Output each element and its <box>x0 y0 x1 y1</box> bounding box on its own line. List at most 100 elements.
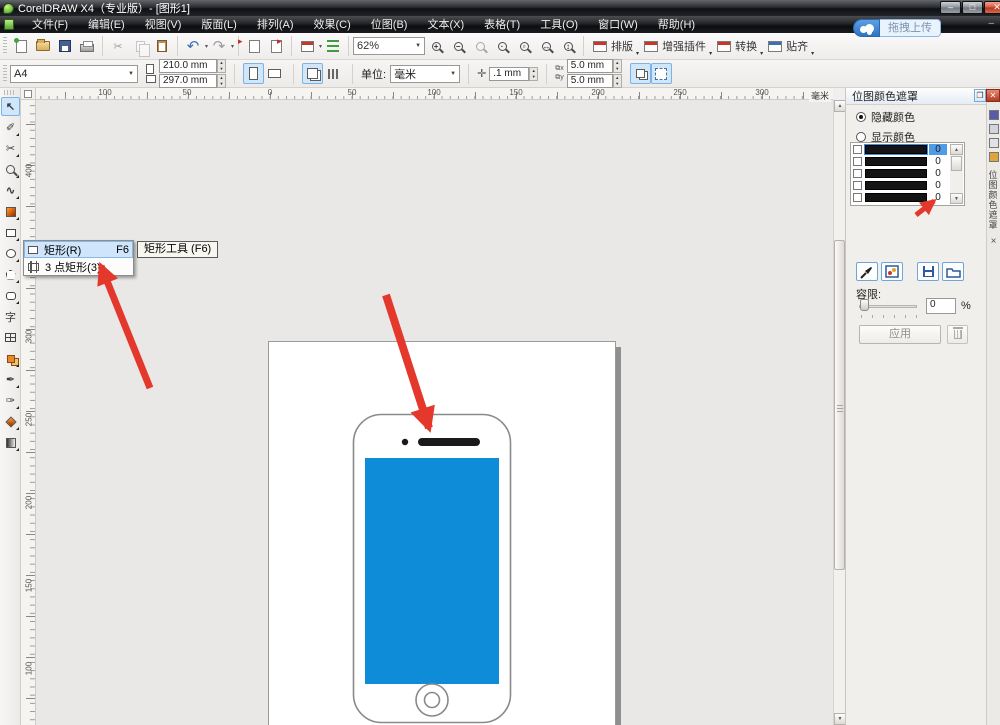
mask-color-row[interactable]: 0 <box>851 180 964 192</box>
paper-height-spinner[interactable]: ▲▼ <box>217 74 226 88</box>
row-checkbox[interactable] <box>853 145 862 154</box>
cut-button[interactable]: ✂ <box>107 35 129 57</box>
smart-fill-tool[interactable] <box>1 202 20 221</box>
treat-as-filled-button[interactable] <box>630 63 651 84</box>
menu-arrange[interactable]: 排列(A) <box>247 16 304 33</box>
ellipse-tool[interactable] <box>1 244 20 263</box>
list-scroll-thumb[interactable] <box>951 156 962 171</box>
menu-tools[interactable]: 工具(O) <box>530 16 588 33</box>
mask-color-row[interactable]: 0 <box>851 143 964 155</box>
docker-close-button[interactable]: ✕ <box>986 89 1000 102</box>
drag-upload-button[interactable]: 拖拽上传 <box>853 19 941 37</box>
nudge-spinner[interactable]: ▲▼ <box>529 67 538 81</box>
menu-view[interactable]: 视图(V) <box>135 16 192 33</box>
import-button[interactable]: ▸ <box>243 35 265 57</box>
paper-width-spinner[interactable]: ▲▼ <box>217 59 226 73</box>
edit-color-button[interactable] <box>881 262 903 281</box>
eyedropper-tool[interactable]: ✒ <box>1 370 20 389</box>
horizontal-ruler[interactable]: 100 50 0 50 100 150 200 250 300 毫米 <box>36 88 833 100</box>
menu-bitmaps[interactable]: 位图(B) <box>361 16 418 33</box>
nudge-input[interactable]: .1 mm <box>489 67 529 81</box>
menu-layout[interactable]: 版面(L) <box>191 16 246 33</box>
redo-dropdown[interactable]: ▾ <box>231 43 234 50</box>
menu-help[interactable]: 帮助(H) <box>648 16 705 33</box>
zoom-selected-button[interactable] <box>469 35 491 57</box>
docker-title-bar[interactable]: 位图颜色遮罩 » <box>846 88 986 105</box>
zoom-page-width-button[interactable]: ↔ <box>535 35 557 57</box>
docker-float-button[interactable]: ❐ <box>974 89 986 102</box>
phone-screen[interactable] <box>365 458 499 684</box>
apply-button[interactable]: 应用 <box>859 325 941 344</box>
row-checkbox[interactable] <box>853 193 862 202</box>
property-bar-grip[interactable] <box>3 65 7 83</box>
canvas-vertical-scrollbar[interactable]: ▲ ▼ <box>833 100 845 725</box>
redo-button[interactable]: ↷ <box>208 35 230 57</box>
document-minimize-button[interactable]: – <box>988 18 994 29</box>
zoom-page-button[interactable]: ▫ <box>513 35 535 57</box>
scrollbar-thumb[interactable] <box>834 240 845 570</box>
paper-preset-combobox[interactable]: A4 ▼ <box>10 65 138 83</box>
row-checkbox[interactable] <box>853 157 862 166</box>
pick-tool[interactable]: ↖ <box>1 97 20 116</box>
list-scroll-up[interactable]: ▲ <box>950 144 963 155</box>
phone-home-button-inner[interactable] <box>425 693 440 708</box>
docker-tab-icon[interactable] <box>989 110 999 120</box>
duplicate-y-input[interactable]: 5.0 mm <box>567 74 613 88</box>
text-tool[interactable]: 字 <box>1 307 20 326</box>
toolbox-grip[interactable] <box>4 90 16 95</box>
minimize-button[interactable]: – <box>940 1 961 14</box>
export-button[interactable]: ▸ <box>265 35 287 57</box>
close-button[interactable]: ✕ <box>984 1 1000 14</box>
docker-tab-icon[interactable] <box>989 138 999 148</box>
zoom-tool[interactable] <box>1 160 20 179</box>
snap-dropdown[interactable]: ▾ <box>811 50 814 57</box>
interactive-blend-tool[interactable] <box>1 349 20 368</box>
list-scroll-down[interactable]: ▼ <box>950 193 963 204</box>
landscape-button[interactable] <box>264 63 285 84</box>
undo-button[interactable]: ↶ <box>182 35 204 57</box>
mask-color-row[interactable]: 0 <box>851 167 964 179</box>
zoom-in-button[interactable]: + <box>425 35 447 57</box>
row-checkbox[interactable] <box>853 181 862 190</box>
menu-window[interactable]: 窗口(W) <box>588 16 648 33</box>
portrait-button[interactable] <box>243 63 264 84</box>
phone-speaker-bar[interactable] <box>418 438 480 446</box>
zoom-all-button[interactable]: · <box>491 35 513 57</box>
fill-tool[interactable] <box>1 412 20 431</box>
docker-tab-icon[interactable] <box>989 124 999 134</box>
open-button[interactable] <box>32 35 54 57</box>
row-checkbox[interactable] <box>853 169 862 178</box>
new-button[interactable] <box>10 35 32 57</box>
convert-button[interactable]: 转换 <box>712 35 762 57</box>
menu-edit[interactable]: 编辑(E) <box>78 16 135 33</box>
options-button[interactable] <box>322 35 344 57</box>
polygon-tool[interactable] <box>1 265 20 284</box>
delete-mask-button[interactable] <box>947 325 968 344</box>
layout-button[interactable]: 排版 <box>588 35 638 57</box>
mask-color-list[interactable]: 0 0 0 0 0 ▲ ▼ <box>850 142 965 206</box>
maximize-button[interactable]: □ <box>962 1 983 14</box>
flyout-item-3point-rectangle[interactable]: 3 点矩形(3) <box>24 258 133 275</box>
duplicate-x-input[interactable]: 5.0 mm <box>567 59 613 73</box>
table-tool[interactable] <box>1 328 20 347</box>
ruler-origin[interactable] <box>21 88 36 100</box>
shape-tool[interactable]: ✐ <box>1 118 20 137</box>
menu-effects[interactable]: 效果(C) <box>304 16 361 33</box>
paper-height-input[interactable]: 297.0 mm <box>159 74 217 88</box>
drawing-canvas[interactable] <box>36 100 833 725</box>
phone-camera-dot[interactable] <box>402 439 408 445</box>
color-picker-button[interactable] <box>856 262 878 281</box>
zoom-level-combobox[interactable]: 62% ▼ <box>353 37 425 55</box>
docker-tab-icon[interactable] <box>989 152 999 162</box>
paper-width-input[interactable]: 210.0 mm <box>159 59 217 73</box>
copy-button[interactable] <box>129 35 151 57</box>
print-button[interactable] <box>76 35 98 57</box>
docker-tab-label[interactable]: 位图颜色遮罩 <box>988 170 1000 230</box>
duplicate-y-spinner[interactable]: ▲▼ <box>613 74 622 88</box>
crop-tool[interactable]: ✂ <box>1 139 20 158</box>
zoom-out-button[interactable]: − <box>447 35 469 57</box>
save-button[interactable] <box>54 35 76 57</box>
menu-text[interactable]: 文本(X) <box>417 16 474 33</box>
snap-button[interactable]: 贴齐 <box>763 35 813 57</box>
menu-file[interactable]: 文件(F) <box>22 16 78 33</box>
